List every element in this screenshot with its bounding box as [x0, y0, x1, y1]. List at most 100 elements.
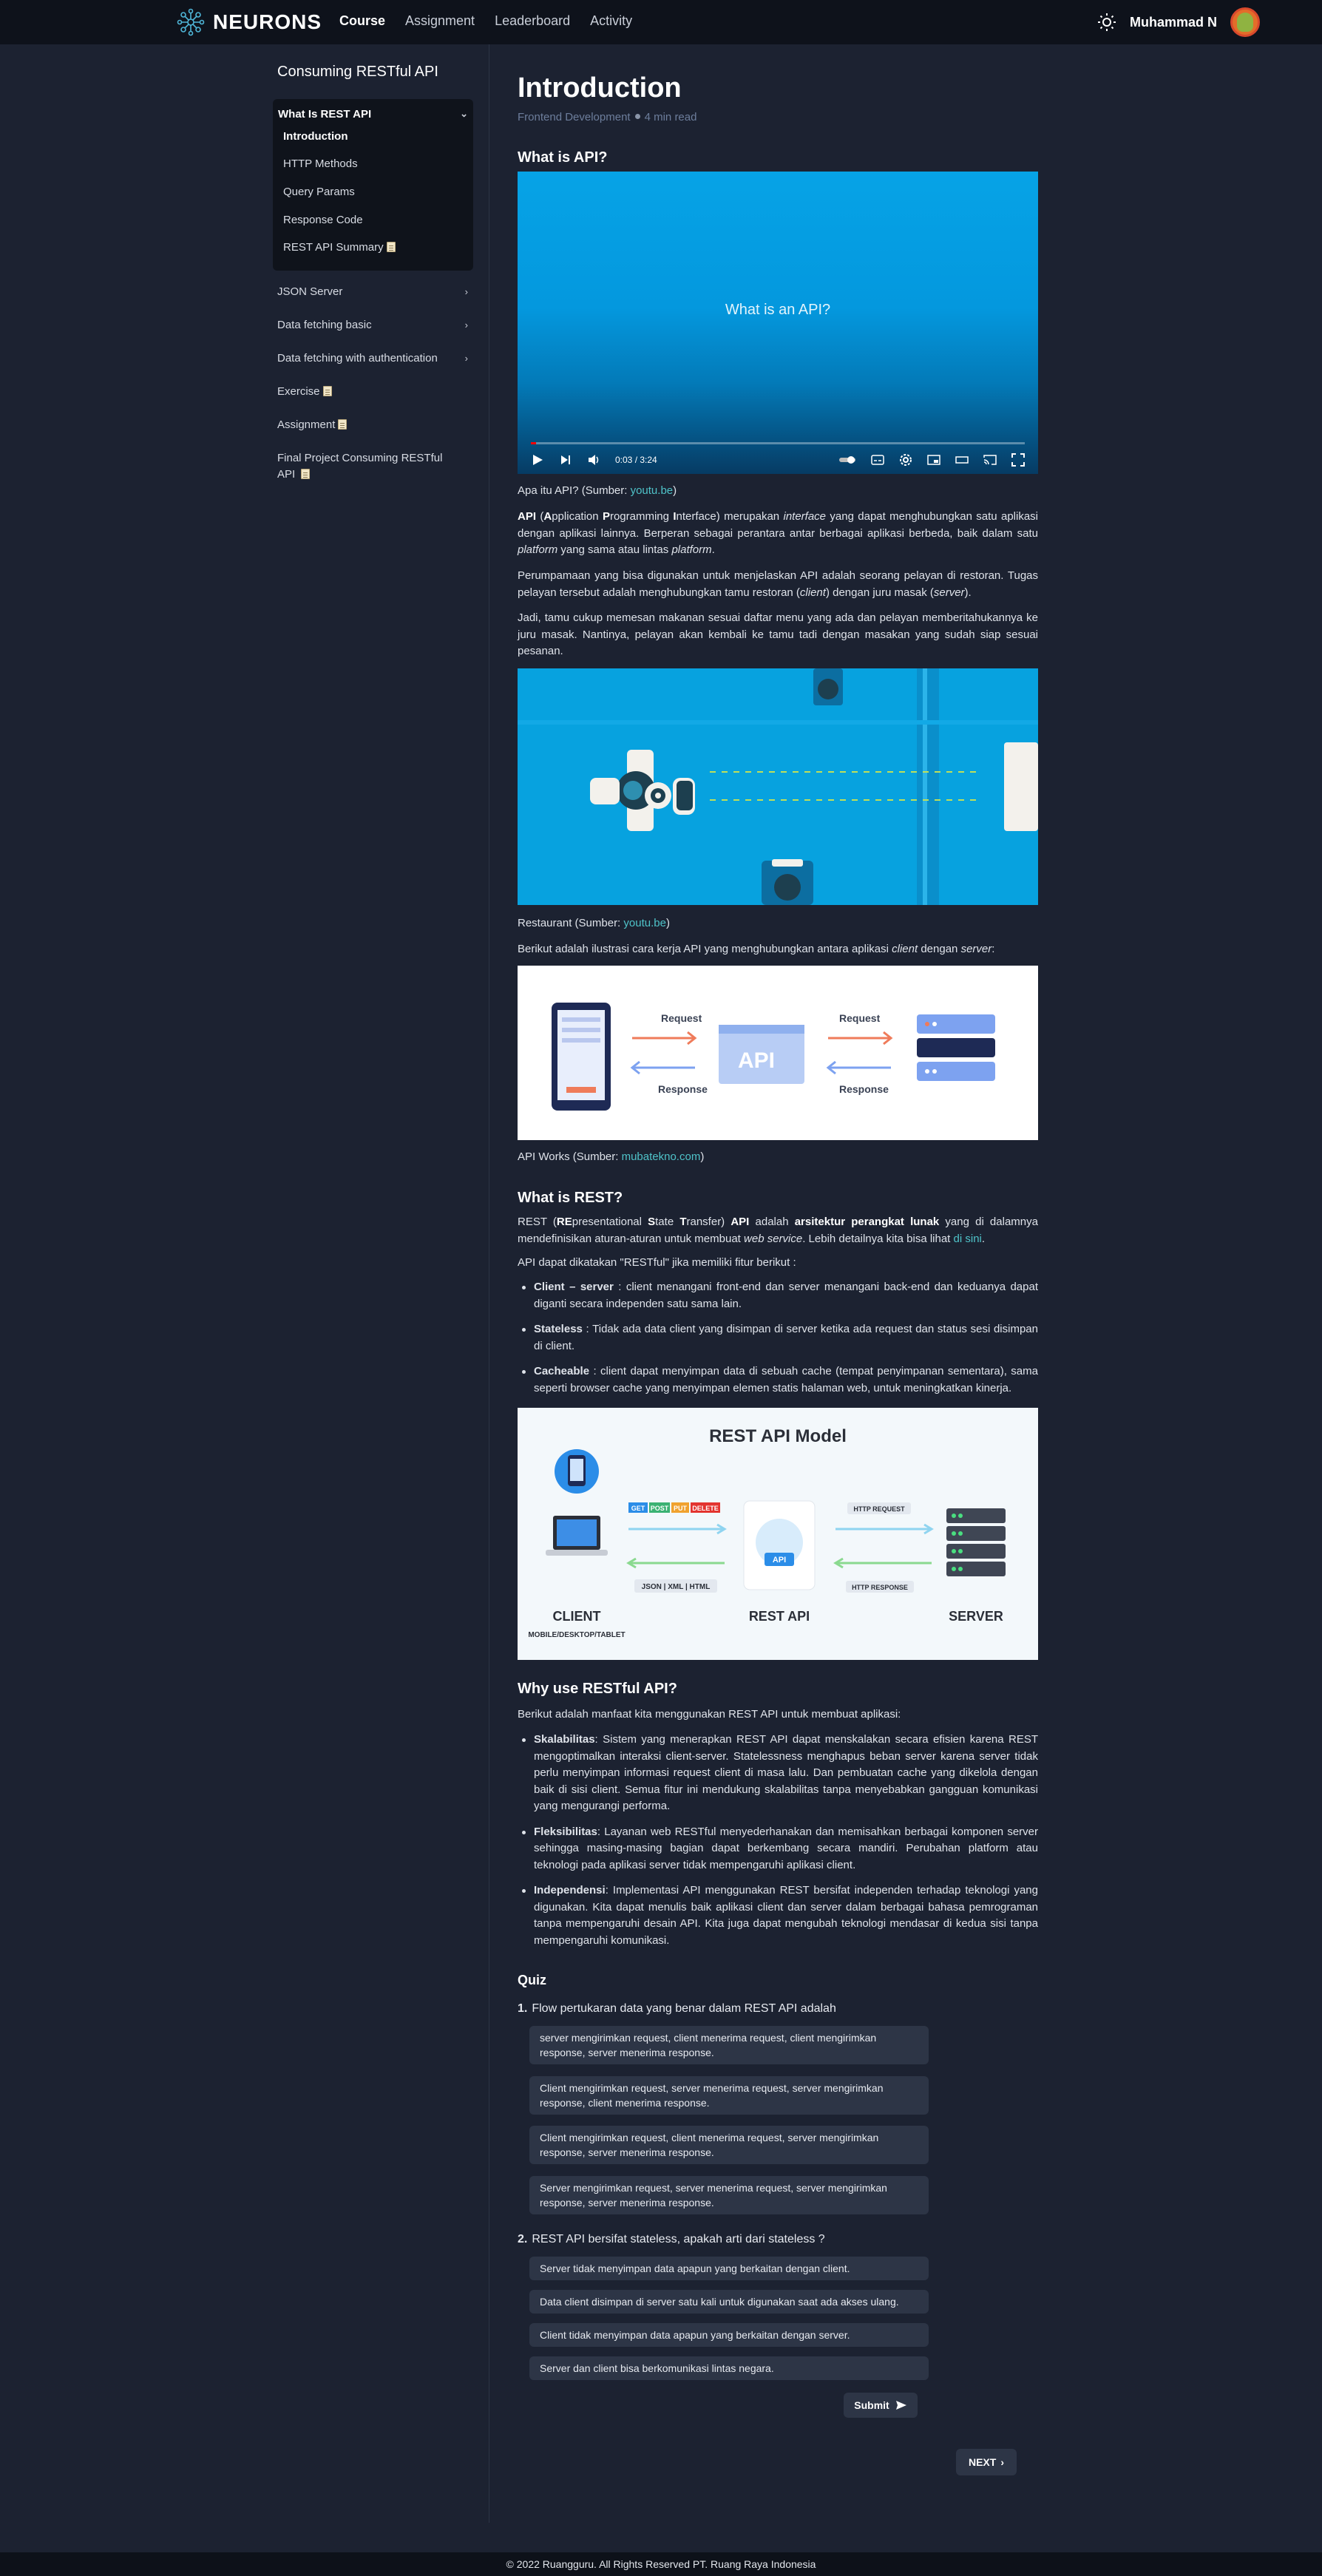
paragraph-api-illustration-intro: Berikut adalah ilustrasi cara kerja API …: [518, 941, 1038, 958]
paragraph-analogy: Perumpamaan yang bisa digunakan untuk me…: [518, 568, 1038, 601]
quiz-question-1: 1. Flow pertukaran data yang benar dalam …: [518, 2002, 836, 2016]
theater-mode-icon[interactable]: [955, 453, 969, 467]
benefit-term: Independensi: [534, 1884, 606, 1897]
feature-text: : Tidak ada data client yang disimpan di…: [534, 1323, 1038, 1352]
sidebar-item-query-params[interactable]: Query Params: [283, 186, 355, 198]
quiz-option[interactable]: Client mengirimkan request, client mener…: [529, 2126, 929, 2164]
next-button[interactable]: NEXT ›: [956, 2449, 1017, 2475]
fullscreen-icon[interactable]: [1011, 453, 1025, 467]
nav-course[interactable]: Course: [339, 13, 385, 29]
sidebar-item-rest-api-summary[interactable]: REST API Summary: [283, 241, 396, 254]
feature-term: Cacheable: [534, 1365, 590, 1377]
text: pplication: [552, 510, 603, 523]
feature-term: Client – server: [534, 1281, 614, 1293]
letter: P: [602, 510, 610, 523]
paragraph-restful-intro: API dapat dikatakan "RESTful" jika memil…: [518, 1256, 796, 1269]
video-player[interactable]: What is an API? 0:03 / 3:24: [518, 172, 1038, 474]
text: adalah: [749, 1216, 795, 1228]
benefit-text: : Sistem yang menerapkan REST API dapat …: [534, 1733, 1038, 1812]
term-api: API: [731, 1216, 750, 1228]
sidebar-item-data-fetching-auth[interactable]: Data fetching with authentication ›: [277, 350, 468, 367]
nav-activity[interactable]: Activity: [590, 13, 632, 29]
sidebar-item-data-fetching-basic[interactable]: Data fetching basic ›: [277, 317, 468, 333]
cast-icon[interactable]: [983, 453, 997, 467]
caption-end: ): [700, 1150, 705, 1163]
quiz-option[interactable]: Client mengirimkan request, server mener…: [529, 2076, 929, 2115]
model-formats: JSON | XML | HTML: [642, 1583, 711, 1591]
letter: A: [543, 510, 552, 523]
sidebar-item-label: Assignment: [277, 418, 336, 431]
quiz-option[interactable]: server mengirimkan request, client mener…: [529, 2026, 929, 2064]
next-video-icon[interactable]: [559, 453, 572, 467]
subtitles-icon[interactable]: [871, 453, 884, 467]
sidebar-item-label: Exercise: [277, 385, 320, 398]
api-works-illustration: Request Response API Request Response: [518, 966, 1038, 1140]
text: ransfer): [686, 1216, 731, 1228]
sidebar-item-json-server[interactable]: JSON Server ›: [277, 284, 468, 300]
video-progress-bar[interactable]: [531, 442, 1025, 444]
sidebar-item-introduction[interactable]: Introduction: [283, 130, 348, 143]
submit-button[interactable]: Submit: [844, 2393, 918, 2418]
letter: S: [648, 1216, 656, 1228]
api-works-diagram: Request Response API Request Response: [518, 966, 1038, 1140]
question-text: REST API bersifat stateless, apakah arti…: [532, 2233, 825, 2245]
italic-term: web service: [744, 1232, 803, 1245]
miniplayer-icon[interactable]: [927, 453, 940, 467]
sidebar-item-label: REST API Summary: [283, 241, 384, 254]
avatar[interactable]: [1230, 7, 1260, 37]
nav-leaderboard[interactable]: Leaderboard: [495, 13, 570, 29]
top-navbar: NEURONS Course Assignment Leaderboard Ac…: [0, 0, 1322, 44]
play-icon[interactable]: [531, 453, 544, 467]
letter: RE: [556, 1216, 572, 1228]
term-api: API: [518, 510, 537, 523]
question-number: 2.: [518, 2233, 528, 2245]
settings-gear-icon[interactable]: [899, 453, 912, 467]
italic-term: server: [960, 943, 992, 955]
volume-icon[interactable]: [587, 453, 600, 467]
text: yang sama atau lintas: [557, 543, 672, 556]
quiz-option[interactable]: Client tidak menyimpan data apapun yang …: [529, 2323, 929, 2347]
model-api-badge: API: [773, 1556, 786, 1565]
sidebar-item-final-project[interactable]: Final Project Consuming RESTful API: [277, 450, 462, 483]
list-item: Fleksibilitas: Layanan web RESTful menye…: [518, 1824, 1038, 1874]
brand-name: NEURONS: [213, 10, 322, 33]
sun-icon[interactable]: [1097, 13, 1116, 32]
source-link[interactable]: mubatekno.com: [622, 1150, 701, 1163]
source-link[interactable]: youtu.be: [631, 484, 674, 497]
sidebar-item-http-methods[interactable]: HTTP Methods: [283, 157, 358, 170]
method-delete: DELETE: [692, 1505, 719, 1512]
send-icon: [895, 2401, 906, 2410]
text: tate: [655, 1216, 680, 1228]
server-label: SERVER: [949, 1609, 1003, 1624]
sidebar-item-assignment[interactable]: Assignment: [277, 417, 468, 433]
caption-text: Apa itu API? (Sumber:: [518, 484, 631, 497]
caption-text: Restaurant (Sumber:: [518, 917, 624, 929]
quiz-option[interactable]: Server dan client bisa berkomunikasi lin…: [529, 2356, 929, 2380]
source-link[interactable]: youtu.be: [623, 917, 666, 929]
quiz-option[interactable]: Data client disimpan di server satu kali…: [529, 2290, 929, 2314]
brand-logo[interactable]: NEURONS: [176, 7, 322, 37]
http-response-label: HTTP RESPONSE: [852, 1584, 908, 1591]
question-number: 1.: [518, 2002, 528, 2015]
dot-separator: [634, 114, 640, 119]
text: ) dengan juru masak (: [825, 586, 934, 599]
quiz-option[interactable]: Server tidak menyimpan data apapun yang …: [529, 2257, 929, 2280]
bold-term: arsitektur perangkat lunak: [794, 1216, 940, 1228]
autoplay-toggle-icon[interactable]: [838, 453, 856, 467]
sidebar-item-response-code[interactable]: Response Code: [283, 214, 363, 226]
method-get: GET: [631, 1505, 645, 1512]
rest-reference-link[interactable]: di sini: [954, 1233, 982, 1245]
sidebar-item-exercise[interactable]: Exercise: [277, 384, 468, 400]
summary-icon: [386, 242, 396, 252]
quiz-question-2: 2. REST API bersifat stateless, apakah ar…: [518, 2233, 825, 2246]
list-item: Skalabilitas: Sistem yang menerapkan RES…: [518, 1732, 1038, 1815]
quiz-option[interactable]: Server mengirimkan request, server mener…: [529, 2176, 929, 2214]
benefit-text: : Layanan web RESTful menyederhanakan da…: [534, 1825, 1038, 1871]
sidebar-group-header[interactable]: What Is REST API ⌄: [278, 105, 468, 123]
user-name[interactable]: Muhammad N: [1130, 15, 1217, 30]
laptop-icon: [546, 1516, 608, 1556]
restaurant-image: [518, 668, 1038, 905]
nav-assignment[interactable]: Assignment: [405, 13, 475, 29]
caption-text: API Works (Sumber:: [518, 1150, 622, 1163]
section-title-what-is-rest: What is REST?: [518, 1190, 623, 1206]
